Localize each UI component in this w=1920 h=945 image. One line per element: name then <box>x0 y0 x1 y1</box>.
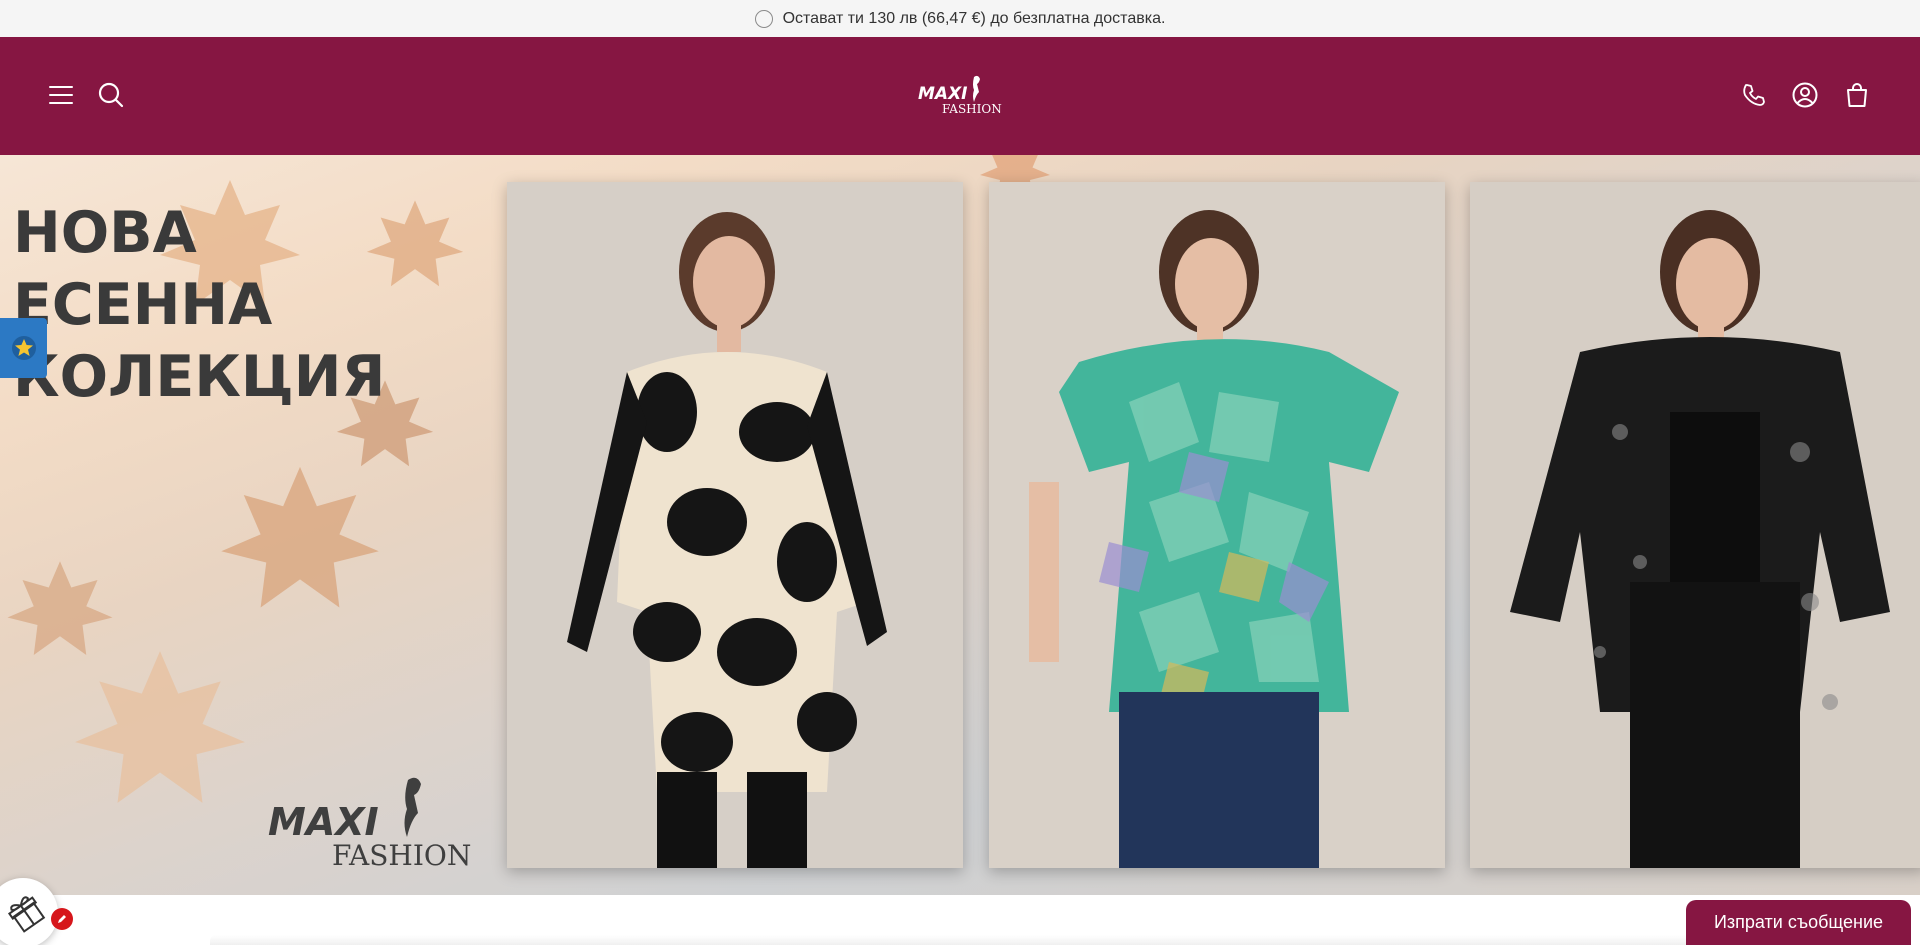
announcement-bar: Остават ти 130 лв (66,47 €) до безплатна… <box>0 0 1920 37</box>
brand-logo[interactable]: MAXI FASHION <box>916 73 1006 117</box>
phone-icon[interactable] <box>1740 81 1768 109</box>
hero-title-line: НОВА <box>13 200 197 266</box>
pencil-icon <box>58 915 66 923</box>
progress-ring-icon <box>754 9 773 28</box>
svg-text:FASHION: FASHION <box>942 102 1002 116</box>
account-icon[interactable] <box>1791 81 1819 109</box>
gift-badge <box>51 908 73 930</box>
site-header: MAXI FASHION <box>0 37 1920 155</box>
gift-icon <box>7 896 46 933</box>
hero-photo-3[interactable] <box>1470 182 1920 868</box>
svg-text:MAXI: MAXI <box>918 84 968 104</box>
hero-watermark-logo: MAXI FASHION <box>268 777 471 871</box>
hero-photo-2[interactable] <box>989 182 1445 868</box>
svg-text:FASHION: FASHION <box>332 839 471 871</box>
svg-text:MAXI: MAXI <box>268 800 379 844</box>
star-icon <box>11 336 36 360</box>
reviews-tab[interactable] <box>0 318 47 378</box>
cart-icon[interactable] <box>1843 81 1871 109</box>
hero-title-line: ЕСЕННА <box>13 272 273 338</box>
leaf-decoration <box>7 561 113 655</box>
leaf-decoration <box>221 466 379 608</box>
hero-title: НОВА ЕСЕННА КОЛЕКЦИЯ <box>13 197 385 413</box>
menu-icon[interactable] <box>47 81 75 109</box>
leaf-decoration <box>75 651 245 803</box>
hero-photo-1[interactable] <box>507 182 963 868</box>
announcement-text: Остават ти 130 лв (66,47 €) до безплатна… <box>782 9 1166 27</box>
send-message-button[interactable]: Изпрати съобщение <box>1686 900 1911 945</box>
search-icon[interactable] <box>97 81 125 109</box>
page-bottom-strip <box>0 895 1920 945</box>
hero-banner[interactable]: НОВА ЕСЕННА КОЛЕКЦИЯ MAXI FASHION <box>0 155 1920 895</box>
hero-title-line: КОЛЕКЦИЯ <box>13 344 386 410</box>
